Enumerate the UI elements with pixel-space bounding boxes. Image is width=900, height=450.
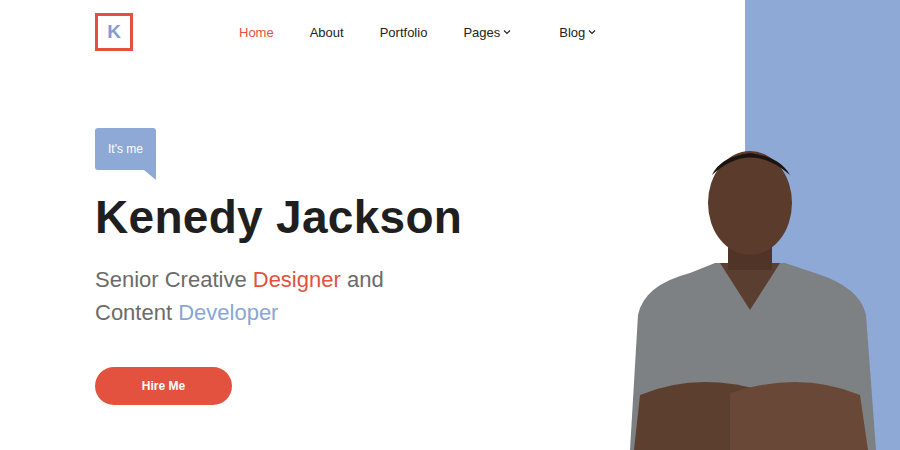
chevron-down-icon — [588, 29, 596, 35]
nav-item[interactable]: About — [310, 25, 344, 40]
main-column: K Home About Portfolio Pages Blog It's me Kened… — [0, 0, 745, 450]
subtitle-segment: and — [341, 267, 384, 292]
hero-name: Kenedy Jackson — [95, 192, 462, 243]
subtitle-segment: Content — [95, 300, 178, 325]
nav: Home About Portfolio Pages Blog — [239, 25, 608, 40]
subtitle-segment: Developer — [178, 300, 278, 325]
hire-button[interactable]: Hire Me — [95, 367, 232, 405]
nav-item[interactable]: Home — [239, 25, 274, 40]
header: K Home About Portfolio Pages Blog — [0, 0, 745, 51]
person-photo-icon — [620, 145, 882, 450]
subtitle-line: Content Developer — [95, 296, 384, 329]
hero-subtitle: Senior Creative Designer andContent Deve… — [95, 263, 384, 329]
nav-item[interactable]: Portfolio — [380, 25, 428, 40]
nav-item[interactable]: Blog — [559, 25, 596, 40]
chevron-down-icon — [503, 29, 511, 35]
hero: It's me Kenedy Jackson Senior Creative Des… — [0, 128, 745, 405]
subtitle-segment: Senior Creative — [95, 267, 253, 292]
nav-item[interactable]: Pages — [463, 25, 511, 40]
subtitle-line: Senior Creative Designer and — [95, 263, 384, 296]
person-photo — [620, 145, 882, 450]
page: K Home About Portfolio Pages Blog It's me Kened… — [0, 0, 900, 450]
logo[interactable]: K — [95, 13, 133, 51]
subtitle-segment: Designer — [253, 267, 341, 292]
intro-badge: It's me — [95, 128, 156, 170]
